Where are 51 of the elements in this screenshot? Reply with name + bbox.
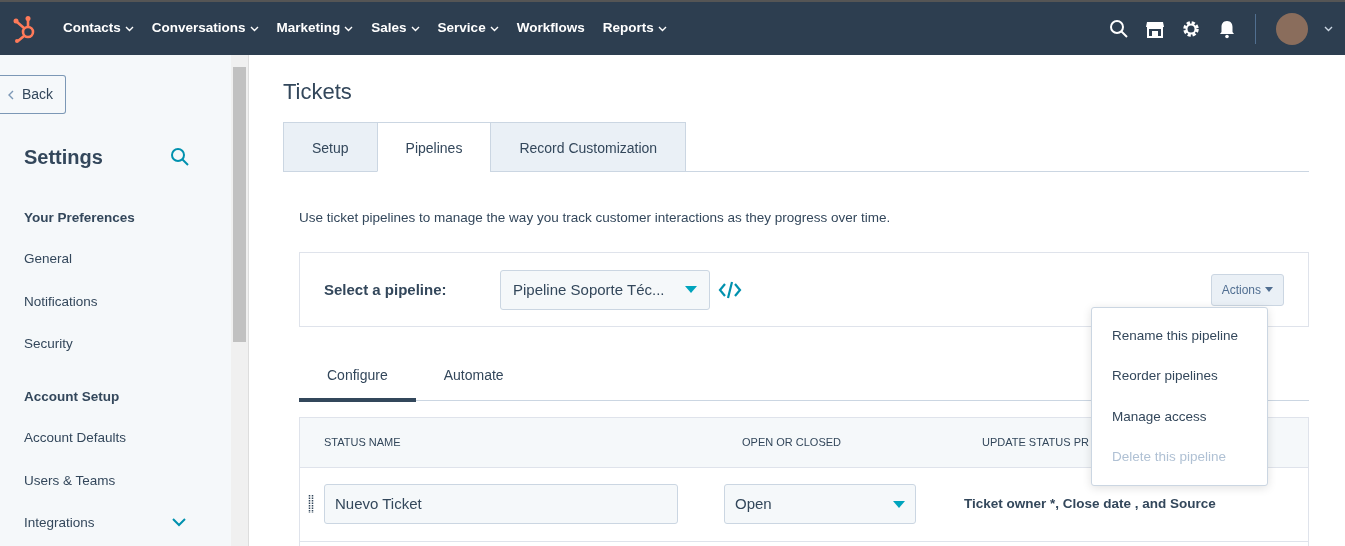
chevron-icon xyxy=(124,25,134,32)
chevron-icon xyxy=(344,25,354,32)
tab[interactable]: Configure xyxy=(299,353,416,403)
nav-menu-item[interactable]: Sales xyxy=(362,18,429,39)
nav-menu-item[interactable]: Marketing xyxy=(267,18,363,39)
nav-menu-item[interactable]: Service xyxy=(428,18,508,39)
sidebar-item[interactable]: Integrations xyxy=(24,501,95,544)
sidebar-section-heading: Account Setup xyxy=(24,388,121,406)
code-icon[interactable] xyxy=(718,280,742,299)
nav-menu-item[interactable]: Reports xyxy=(593,18,676,39)
bell-icon[interactable] xyxy=(1217,18,1237,39)
sidebar-item[interactable]: General xyxy=(24,238,73,281)
chevron-left-icon xyxy=(8,89,14,100)
required-properties-text: Ticket owner *, Close date , and Source xyxy=(964,495,1216,514)
open-closed-select[interactable]: Open xyxy=(724,484,916,525)
tab[interactable]: Record Customization xyxy=(490,122,687,172)
sidebar-item[interactable]: Users & Teams xyxy=(24,459,116,502)
status-name-field[interactable]: Nuevo Ticket xyxy=(324,484,678,525)
chevron-icon xyxy=(410,25,420,32)
menu-item[interactable]: Reorder pipelines xyxy=(1092,356,1267,397)
chevron-icon xyxy=(489,25,499,32)
pipeline-select[interactable]: Pipeline Soporte Téc... xyxy=(500,269,710,310)
search-icon[interactable] xyxy=(1109,18,1129,39)
nav-menu-item[interactable]: Workflows xyxy=(507,18,594,39)
caret-icon xyxy=(685,286,697,294)
caret-icon xyxy=(893,500,905,508)
tab[interactable]: Setup xyxy=(283,122,378,172)
tab[interactable]: Pipelines xyxy=(376,122,492,172)
back-button[interactable]: Back xyxy=(0,75,67,114)
drag-handle-icon[interactable] xyxy=(308,494,314,515)
sidebar-section-heading: Your Preferences xyxy=(24,209,136,227)
chevron-icon xyxy=(249,25,259,32)
nav-menu-item[interactable]: Contacts xyxy=(54,18,143,39)
sidebar-item[interactable]: Account Defaults xyxy=(24,417,127,460)
pipeline-label: Select a pipeline: xyxy=(324,279,448,300)
chevron-icon xyxy=(657,25,667,32)
column-header: OPEN OR CLOSED xyxy=(718,418,958,468)
description-text: Use ticket pipelines to manage the way you track customer interactions as they progress over time. xyxy=(299,209,892,227)
chevron-icon[interactable] xyxy=(172,518,186,528)
settings-icon[interactable] xyxy=(1181,18,1201,39)
nav-menu-item[interactable]: Conversations xyxy=(142,18,268,39)
column-header: STATUS NAME xyxy=(300,418,718,468)
tab[interactable]: Automate xyxy=(415,353,532,403)
sidebar-item[interactable]: Security xyxy=(24,322,73,365)
menu-item[interactable]: Rename this pipeline xyxy=(1092,316,1267,357)
caret-icon xyxy=(1265,287,1273,293)
scrollbar-thumb[interactable] xyxy=(233,67,246,342)
page-title: Tickets xyxy=(283,78,353,106)
actions-button[interactable]: Actions xyxy=(1210,273,1284,306)
sidebar-title: Settings xyxy=(24,145,103,170)
sidebar-item[interactable]: Notifications xyxy=(24,280,98,323)
